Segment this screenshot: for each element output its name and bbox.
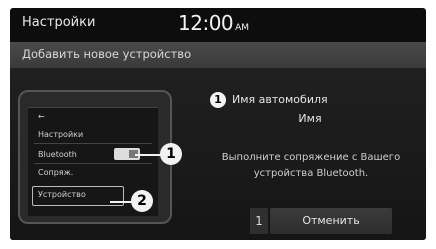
phone-bluetooth-label: Bluetooth	[38, 150, 77, 159]
page-title: Добавить новое устройство	[22, 47, 192, 61]
phone-other-label: Сопряж.	[38, 168, 74, 177]
leader-line	[110, 201, 132, 203]
phone-settings-label: Настройки	[38, 130, 84, 139]
car-name-row: 1 Имя автомобиля	[210, 92, 420, 110]
callout-1: 1	[160, 143, 182, 165]
back-arrow-icon: ←	[38, 112, 45, 121]
callout-2: 2	[131, 190, 153, 212]
page-header: Добавить новое устройство	[10, 42, 426, 68]
car-name-label: Имя автомобиля	[232, 93, 328, 106]
clock-time: 12:00	[178, 11, 234, 35]
pairing-instruction: Выполните сопряжение с Вашего устройства…	[221, 152, 401, 179]
divider	[34, 143, 152, 144]
clock-ampm: AM	[235, 23, 250, 33]
leader-line	[135, 154, 161, 156]
divider	[34, 163, 152, 164]
car-name-value: Имя	[298, 112, 322, 125]
clock: 12:00 AM	[178, 11, 249, 35]
status-title: Настройки	[22, 15, 96, 30]
pin-digit: 1	[250, 208, 268, 234]
cancel-button[interactable]: Отменить	[270, 208, 392, 234]
status-bar: Настройки 12:00 AM	[10, 8, 426, 40]
callout-1-small: 1	[210, 92, 226, 108]
phone-device-label: Устройство	[38, 190, 86, 199]
